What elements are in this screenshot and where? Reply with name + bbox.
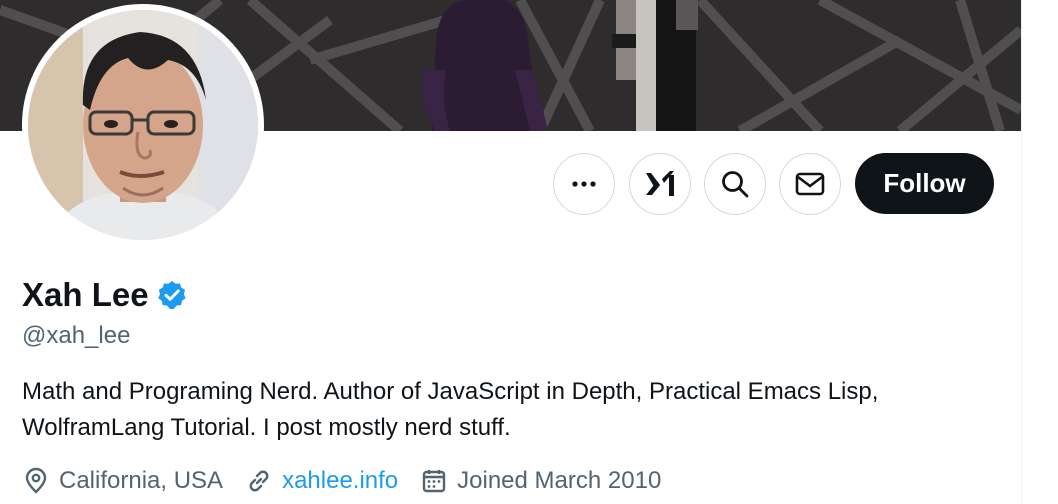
message-button[interactable] <box>779 153 841 215</box>
website-item[interactable]: xahlee.info <box>245 467 398 495</box>
joined-text: Joined March 2010 <box>457 467 662 494</box>
profile-bio: Math and Programing Nerd. Author of Java… <box>22 378 879 441</box>
location-text: California, USA <box>59 467 224 494</box>
envelope-icon <box>795 172 825 196</box>
calendar-icon <box>422 470 446 493</box>
grok-icon <box>646 171 674 196</box>
more-button[interactable] <box>553 153 615 215</box>
verified-badge[interactable] <box>156 279 188 311</box>
grok-button[interactable] <box>629 153 691 215</box>
avatar-photo <box>28 10 258 240</box>
location-pin-icon <box>25 467 47 494</box>
follow-button[interactable]: Follow <box>855 153 994 214</box>
column-border <box>1021 0 1022 504</box>
search-icon <box>722 171 749 198</box>
display-name: Xah Lee <box>22 276 149 313</box>
more-horizontal-icon <box>572 181 596 187</box>
profile-handle: @xah_lee <box>22 322 131 349</box>
avatar[interactable] <box>28 10 258 240</box>
profile-meta: California, USA xahlee.info Joined March… <box>22 462 683 500</box>
search-button[interactable] <box>704 153 766 215</box>
website-link[interactable]: xahlee.info <box>282 467 398 495</box>
location-item: California, USA <box>22 467 223 495</box>
joined-item: Joined March 2010 <box>420 467 661 495</box>
avatar-frame[interactable] <box>22 4 264 246</box>
profile-name-row: Xah Lee <box>22 276 188 314</box>
verified-check-icon <box>157 281 186 309</box>
link-icon <box>249 470 269 492</box>
